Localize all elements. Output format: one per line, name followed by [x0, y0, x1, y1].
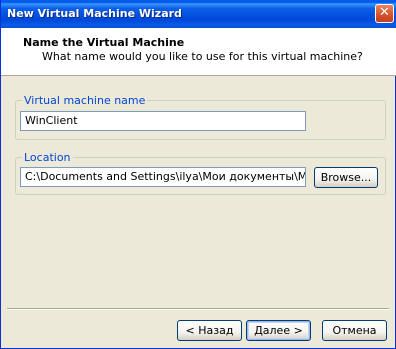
next-button[interactable]: Далее >: [246, 320, 311, 341]
page-title: Name the Virtual Machine: [23, 36, 185, 49]
close-icon[interactable]: ✕: [375, 4, 394, 23]
vm-name-label: Virtual machine name: [22, 94, 148, 107]
vm-name-group: Virtual machine name WinClient: [15, 94, 386, 140]
location-label: Location: [22, 151, 73, 164]
vm-name-input[interactable]: WinClient: [20, 111, 306, 131]
wizard-header: Name the Virtual Machine What name would…: [1, 28, 396, 76]
footer-divider: [7, 308, 389, 310]
browse-button[interactable]: Browse...: [314, 167, 378, 188]
cancel-button[interactable]: Отмена: [322, 320, 387, 341]
location-input[interactable]: C:\Documents and Settings\ilya\Мои докум…: [20, 167, 306, 187]
page-subtitle: What name would you like to use for this…: [42, 50, 363, 63]
wizard-window: New Virtual Machine Wizard ✕ Name the Vi…: [0, 0, 396, 349]
window-title: New Virtual Machine Wizard: [7, 7, 182, 20]
back-button[interactable]: < Назад: [177, 320, 242, 341]
location-group: Location C:\Documents and Settings\ilya\…: [15, 151, 386, 195]
title-bar[interactable]: New Virtual Machine Wizard ✕: [1, 0, 396, 28]
